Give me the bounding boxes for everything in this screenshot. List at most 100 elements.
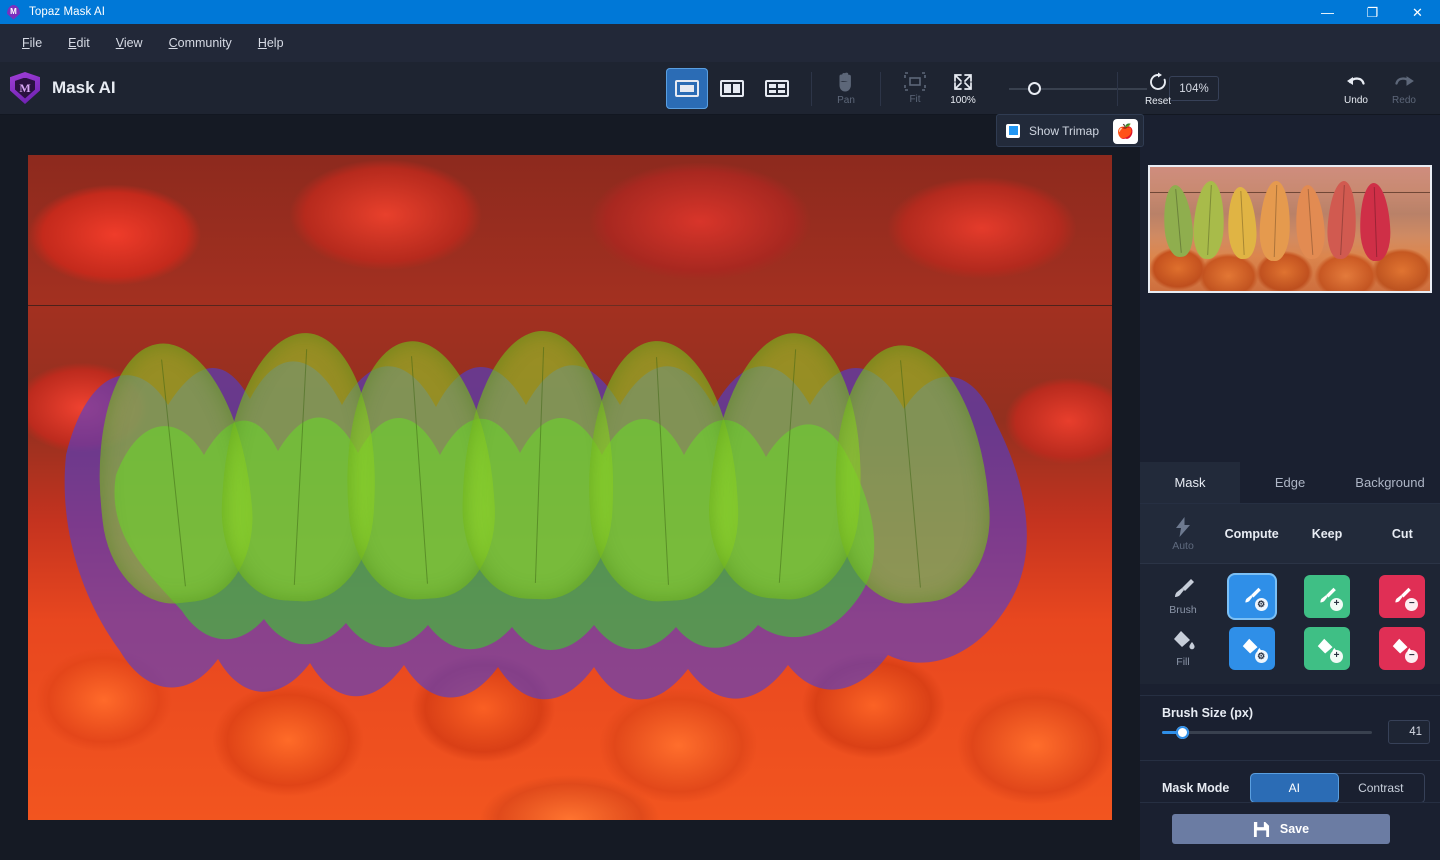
menu-view-mnemonic: V: [115, 36, 124, 50]
title-bar: M Topaz Mask AI — ❐ ✕: [0, 0, 1440, 24]
keep-column-label: Keep: [1311, 526, 1343, 541]
redo-icon: [1395, 75, 1414, 86]
hand-icon: [839, 72, 851, 92]
menu-edit[interactable]: Edit: [55, 31, 103, 55]
split-view-icon: [720, 80, 744, 97]
auto-label: Auto: [1172, 539, 1194, 552]
quad-view-icon: [765, 80, 789, 97]
preview-wire: [1150, 191, 1430, 193]
mode-header-row: Auto Compute Keep Cut: [1140, 504, 1440, 564]
app-brand: M Mask AI: [10, 72, 116, 104]
menu-view[interactable]: View: [103, 31, 156, 55]
menu-community-mnemonic: C: [168, 36, 178, 50]
maximize-icon[interactable]: ❐: [1350, 0, 1395, 24]
undo-button[interactable]: Undo: [1332, 72, 1380, 106]
fit-label: Fit: [909, 94, 921, 105]
application-window: M Topaz Mask AI — ❐ ✕ File Edit View Com…: [0, 0, 1440, 860]
brush-size-value[interactable]: 41: [1388, 720, 1430, 744]
cut-badge: −: [1405, 597, 1419, 611]
expand-arrows-icon: [954, 73, 972, 90]
show-trimap-popup[interactable]: Show Trimap 🍎: [996, 114, 1144, 147]
save-label: Save: [1279, 822, 1310, 836]
menu-file[interactable]: File: [9, 31, 55, 55]
undo-icon: [1347, 76, 1365, 85]
show-trimap-label: Show Trimap: [1029, 123, 1100, 138]
topaz-shield-icon: M: [7, 4, 20, 20]
tab-edge[interactable]: Edge: [1240, 462, 1340, 503]
brush-size-handle[interactable]: [1176, 726, 1189, 739]
brush-cut-button[interactable]: −: [1379, 574, 1426, 618]
brush-label: Brush: [1169, 604, 1197, 616]
menu-edit-rest: dit: [76, 36, 90, 50]
compute-badge: ⚙: [1254, 597, 1268, 611]
right-panel: Mask Edge Background Auto Compute Keep C…: [1140, 115, 1440, 860]
show-trimap-checkbox[interactable]: [1006, 123, 1020, 138]
fit-icon: [904, 72, 926, 91]
brush-keep-button[interactable]: +: [1303, 574, 1350, 618]
pan-label: Pan: [837, 95, 855, 106]
fill-icon: [1174, 631, 1195, 650]
mask-mode-contrast-button[interactable]: Contrast: [1338, 774, 1425, 802]
redo-label: Redo: [1392, 94, 1416, 106]
menu-help[interactable]: Help: [245, 31, 297, 55]
toolbar-right-group: Reset Undo Redo: [1107, 62, 1440, 115]
mask-mode-label: Mask Mode: [1162, 781, 1230, 795]
save-disk-icon: [1253, 821, 1269, 837]
toolbar-divider-3: [1117, 71, 1118, 106]
menu-bar: File Edit View Community Help: [0, 24, 1440, 62]
fill-keep-button[interactable]: +: [1303, 626, 1350, 670]
mask-ai-logo-icon: M: [10, 72, 40, 104]
mask-mode-ai-button[interactable]: AI: [1251, 774, 1338, 802]
tab-background[interactable]: Background: [1340, 462, 1440, 503]
main-toolbar: M Mask AI Pan Fit 100% 104% Reset Undo R…: [0, 62, 1440, 115]
menu-community-rest: ommunity: [177, 36, 232, 50]
tab-mask[interactable]: Mask: [1140, 462, 1240, 503]
mask-mode-segmented-control: AI Contrast: [1250, 773, 1425, 803]
quad-view-button[interactable]: [756, 68, 798, 109]
app-name: Mask AI: [52, 78, 116, 97]
compute-badge: ⚙: [1254, 649, 1268, 663]
menu-community[interactable]: Community: [156, 31, 245, 55]
lightning-icon: [1176, 516, 1190, 537]
compute-column-label: Compute: [1224, 526, 1279, 541]
pan-tool-button[interactable]: Pan: [822, 71, 870, 106]
single-view-button[interactable]: [666, 68, 708, 109]
window-title: Topaz Mask AI: [29, 6, 106, 18]
fill-cut-cell: −: [1365, 626, 1440, 670]
zoom-100-button[interactable]: 100%: [939, 72, 987, 106]
reset-label: Reset: [1144, 95, 1172, 107]
zoom-slider-handle[interactable]: [1028, 81, 1041, 95]
save-bar: Save: [1140, 802, 1440, 860]
reset-button[interactable]: Reset: [1134, 71, 1182, 107]
brush-compute-button[interactable]: ⚙: [1228, 574, 1275, 618]
brush-cut-cell: −: [1365, 574, 1440, 618]
menu-view-rest: iew: [123, 36, 143, 50]
minimize-icon[interactable]: —: [1305, 0, 1350, 24]
fill-compute-button[interactable]: ⚙: [1228, 626, 1275, 670]
apple-icon[interactable]: 🍎: [1113, 119, 1138, 144]
preview-thumbnail[interactable]: [1148, 165, 1432, 293]
redo-button[interactable]: Redo: [1380, 72, 1428, 106]
save-button[interactable]: Save: [1172, 814, 1390, 844]
brush-size-slider[interactable]: [1162, 726, 1372, 739]
window-controls: — ❐ ✕: [1305, 0, 1440, 24]
brush-row: Brush ⚙ + −: [1140, 568, 1440, 624]
panel-tabs: Mask Edge Background: [1140, 462, 1440, 504]
logo-letter: M: [15, 77, 35, 99]
single-view-icon: [675, 80, 699, 97]
reset-icon: [1150, 72, 1166, 90]
brush-keep-cell: +: [1289, 574, 1364, 618]
image-canvas[interactable]: [28, 155, 1112, 820]
menu-file-rest: ile: [29, 36, 43, 50]
auto-button[interactable]: Auto: [1152, 516, 1214, 552]
fit-button[interactable]: Fit: [891, 72, 939, 105]
brush-compute-cell: ⚙: [1214, 574, 1289, 618]
menu-edit-mnemonic: E: [68, 36, 77, 50]
brush-icon: [1175, 579, 1194, 597]
toolbar-divider-2: [880, 71, 881, 106]
close-icon[interactable]: ✕: [1395, 0, 1440, 24]
fill-compute-cell: ⚙: [1214, 626, 1289, 670]
canvas-area[interactable]: [0, 115, 1140, 860]
fill-cut-button[interactable]: −: [1379, 626, 1426, 670]
split-view-button[interactable]: [711, 68, 753, 109]
